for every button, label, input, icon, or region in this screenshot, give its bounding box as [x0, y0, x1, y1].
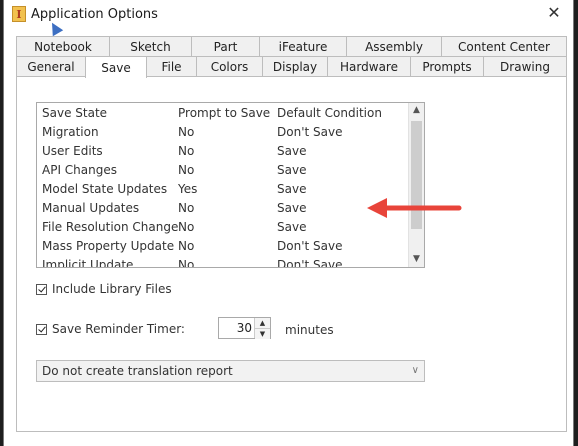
tab-part[interactable]: Part	[191, 36, 260, 56]
include-library-files-label: Include Library Files	[52, 282, 172, 296]
column-header-save-state[interactable]: Save State	[37, 106, 175, 120]
timer-unit-label: minutes	[285, 323, 334, 337]
tab-colors[interactable]: Colors	[196, 56, 263, 76]
list-item[interactable]: Model State Updates Yes Save	[37, 179, 424, 198]
default-condition-cell: Don't Save	[277, 124, 343, 139]
save-state-list[interactable]: Save State Prompt to Save Default Condit…	[36, 102, 425, 268]
prompt-cell: No	[178, 219, 195, 234]
include-library-files-checkbox[interactable]	[36, 283, 47, 295]
window-title: Application Options	[31, 7, 158, 22]
list-item[interactable]: User Edits No Save	[37, 141, 424, 160]
app-icon: I	[12, 6, 26, 22]
prompt-cell: Yes	[178, 181, 198, 196]
prompt-cell: No	[178, 200, 195, 215]
tab-content-center[interactable]: Content Center	[441, 36, 567, 56]
tab-notebook[interactable]: Notebook	[16, 36, 110, 56]
default-condition-cell: Don't Save	[277, 257, 343, 268]
save-state-cell: Model State Updates	[42, 181, 168, 196]
prompt-cell: No	[178, 162, 195, 177]
save-state-cell: Migration	[42, 124, 99, 139]
timer-stepper[interactable]: 30 ▲ ▼	[218, 317, 271, 339]
save-state-cell: Manual Updates	[42, 200, 140, 215]
translation-report-dropdown[interactable]: Do not create translation report ∨	[36, 360, 425, 382]
column-header-prompt-to-save[interactable]: Prompt to Save	[175, 106, 274, 120]
save-state-cell: Implicit Update	[42, 257, 134, 268]
list-item[interactable]: Mass Property Update No Don't Save	[37, 236, 424, 255]
tab-strip: Notebook Sketch Part iFeature Assembly C…	[16, 36, 567, 78]
red-arrow-annotation	[367, 198, 462, 218]
save-state-cell: Mass Property Update	[42, 238, 175, 253]
prompt-cell: No	[178, 124, 195, 139]
save-reminder-timer-checkbox[interactable]	[36, 323, 47, 335]
list-item[interactable]: File Resolution Change No Save	[37, 217, 424, 236]
scroll-up-icon[interactable]: ▲	[409, 103, 424, 118]
translation-report-value: Do not create translation report	[42, 364, 233, 378]
tab-save[interactable]: Save	[85, 56, 147, 78]
timer-value[interactable]: 30	[219, 321, 252, 335]
tab-row-2: General Save File Colors Display Hardwar…	[16, 56, 567, 78]
tab-display[interactable]: Display	[262, 56, 328, 76]
title-bar: I Application Options ✕	[4, 0, 573, 30]
list-header: Save State Prompt to Save Default Condit…	[37, 103, 424, 122]
save-reminder-timer-label: Save Reminder Timer:	[52, 322, 185, 336]
include-library-files-option[interactable]: Include Library Files	[36, 282, 172, 296]
default-condition-cell: Save	[277, 181, 307, 196]
stepper-up-icon[interactable]: ▲	[255, 318, 270, 329]
default-condition-cell: Save	[277, 143, 307, 158]
save-tab-panel: Save State Prompt to Save Default Condit…	[16, 76, 567, 432]
list-item[interactable]: Implicit Update No Don't Save	[37, 255, 424, 268]
prompt-cell: No	[178, 238, 195, 253]
default-condition-cell: Don't Save	[277, 238, 343, 253]
tab-ifeature[interactable]: iFeature	[259, 36, 347, 56]
tab-hardware[interactable]: Hardware	[327, 56, 411, 76]
save-state-cell: User Edits	[42, 143, 103, 158]
tab-row-1: Notebook Sketch Part iFeature Assembly C…	[16, 36, 567, 56]
close-icon[interactable]: ✕	[545, 4, 563, 22]
list-scrollbar[interactable]: ▲ ▼	[408, 103, 424, 267]
save-state-cell: File Resolution Change	[42, 219, 179, 234]
tab-general[interactable]: General	[16, 56, 86, 76]
prompt-cell: No	[178, 257, 195, 268]
tab-sketch[interactable]: Sketch	[109, 36, 192, 56]
tab-file[interactable]: File	[146, 56, 197, 76]
chevron-down-icon[interactable]: ∨	[412, 365, 419, 376]
application-options-window: I Application Options ✕ Notebook Sketch …	[3, 0, 574, 446]
stepper-buttons: ▲ ▼	[254, 318, 270, 339]
prompt-cell: No	[178, 143, 195, 158]
list-item[interactable]: Migration No Don't Save	[37, 122, 424, 141]
stepper-down-icon[interactable]: ▼	[255, 329, 270, 339]
default-condition-cell: Save	[277, 162, 307, 177]
save-reminder-timer-option[interactable]: Save Reminder Timer:	[36, 322, 185, 336]
default-condition-cell: Save	[277, 219, 307, 234]
tab-assembly[interactable]: Assembly	[346, 36, 442, 56]
save-state-cell: API Changes	[42, 162, 117, 177]
list-item[interactable]: API Changes No Save	[37, 160, 424, 179]
scroll-down-icon[interactable]: ▼	[409, 252, 424, 267]
tab-prompts[interactable]: Prompts	[410, 56, 484, 76]
tab-drawing[interactable]: Drawing	[483, 56, 567, 76]
column-header-default-condition[interactable]: Default Condition	[274, 106, 404, 120]
